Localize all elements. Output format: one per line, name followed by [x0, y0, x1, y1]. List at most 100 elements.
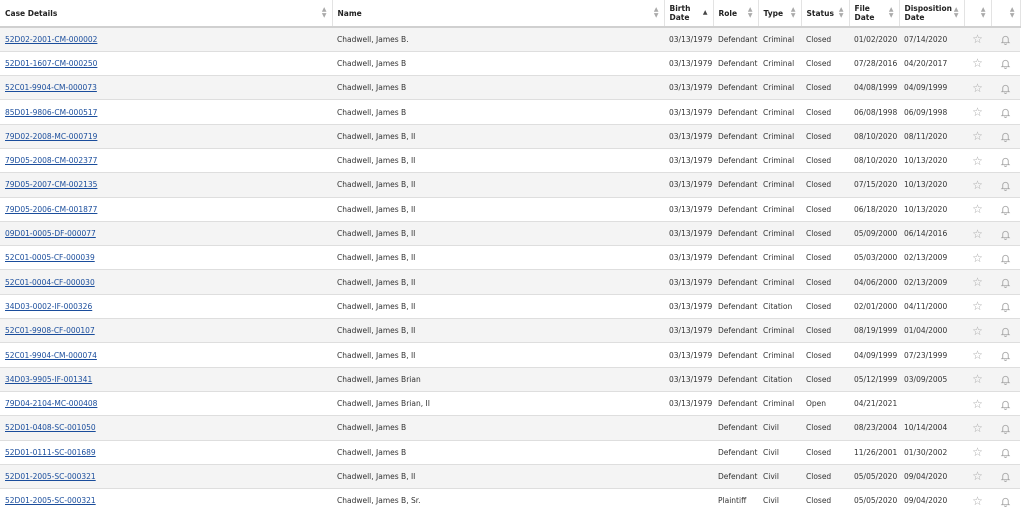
case-details-cell: 52D01-1607-CM-000250 [0, 51, 332, 77]
bell-alert-icon[interactable] [991, 148, 1020, 174]
disposition-date-cell: 10/14/2004 [899, 415, 964, 441]
table-row: 52D01-1607-CM-000250 Chadwell, James B 03/… [0, 51, 1020, 77]
case-number-link[interactable]: 52C01-0005-CF-000039 [5, 253, 95, 262]
case-number-link[interactable]: 52D01-0111-SC-001689 [5, 448, 96, 457]
birth-date-cell: 03/13/1979 [664, 27, 713, 52]
bell-alert-icon[interactable] [991, 75, 1020, 101]
case-details-cell: 09D01-0005-DF-000077 [0, 221, 332, 247]
favorite-star-icon[interactable]: ☆ [964, 440, 991, 465]
case-number-link[interactable]: 52C01-9908-CF-000107 [5, 326, 95, 335]
file-date-cell: 01/02/2020 [849, 27, 899, 52]
case-details-cell: 52D01-2005-SC-000321 [0, 464, 332, 490]
favorite-star-icon[interactable]: ☆ [964, 415, 991, 441]
favorite-star-icon[interactable]: ☆ [964, 342, 991, 368]
type-cell: Civil [758, 464, 801, 490]
bell-alert-icon[interactable] [991, 367, 1020, 392]
favorite-star-icon[interactable]: ☆ [964, 294, 991, 320]
bell-alert-icon[interactable] [991, 415, 1020, 441]
column-header-name[interactable]: Name ▲ ▼ [332, 0, 665, 28]
case-number-link[interactable]: 79D04-2104-MC-000408 [5, 399, 97, 408]
bell-alert-icon[interactable] [991, 318, 1020, 344]
sort-ascending-icon[interactable]: ▲ [703, 10, 708, 16]
bell-alert-icon[interactable] [991, 27, 1020, 52]
name-cell: Chadwell, James B, II [332, 269, 664, 295]
favorite-star-icon[interactable]: ☆ [964, 148, 991, 174]
bell-alert-icon[interactable] [991, 269, 1020, 295]
bell-alert-icon[interactable] [991, 391, 1020, 417]
column-header-role[interactable]: Role ▲ ▼ [713, 0, 759, 28]
favorite-star-icon[interactable]: ☆ [964, 269, 991, 295]
favorite-star-icon[interactable]: ☆ [964, 172, 991, 198]
bell-alert-icon[interactable] [991, 488, 1020, 507]
case-number-link[interactable]: 52D01-2005-SC-000321 [5, 472, 96, 481]
column-header-favorite[interactable]: ▲ ▼ [964, 0, 992, 28]
file-date-cell: 06/08/1998 [849, 99, 899, 125]
bell-alert-icon[interactable] [991, 124, 1020, 149]
favorite-star-icon[interactable]: ☆ [964, 197, 991, 222]
case-number-link[interactable]: 79D02-2008-MC-000719 [5, 132, 97, 141]
case-number-link[interactable]: 34D03-0002-IF-000326 [5, 302, 92, 311]
column-header-file-date[interactable]: File Date ▲ ▼ [849, 0, 900, 28]
bell-alert-icon[interactable] [991, 464, 1020, 490]
favorite-star-icon[interactable]: ☆ [964, 391, 991, 417]
bell-alert-icon[interactable] [991, 342, 1020, 368]
case-number-link[interactable]: 79D05-2006-CM-001877 [5, 205, 97, 214]
sort-arrows-icon[interactable]: ▲ ▼ [954, 7, 959, 19]
case-number-link[interactable]: 52C01-9904-CM-000073 [5, 83, 97, 92]
favorite-star-icon[interactable]: ☆ [964, 367, 991, 392]
case-number-link[interactable]: 79D05-2007-CM-002135 [5, 180, 97, 189]
name-cell: Chadwell, James B. [332, 27, 664, 52]
case-number-link[interactable]: 34D03-9905-IF-001341 [5, 375, 92, 384]
case-number-link[interactable]: 52C01-9904-CM-000074 [5, 351, 97, 360]
sort-arrows-icon[interactable]: ▲ ▼ [322, 7, 327, 19]
favorite-star-icon[interactable]: ☆ [964, 221, 991, 247]
sort-arrows-icon[interactable]: ▲ ▼ [889, 7, 894, 19]
case-details-cell: 52C01-9904-CM-000073 [0, 75, 332, 101]
case-number-link[interactable]: 52C01-0004-CF-000030 [5, 278, 95, 287]
bell-alert-icon[interactable] [991, 294, 1020, 320]
column-header-status[interactable]: Status ▲ ▼ [801, 0, 850, 28]
favorite-star-icon[interactable]: ☆ [964, 99, 991, 125]
sort-arrows-icon[interactable]: ▲ ▼ [791, 7, 796, 19]
bell-alert-icon[interactable] [991, 221, 1020, 247]
case-number-link[interactable]: 09D01-0005-DF-000077 [5, 229, 96, 238]
column-header-disposition-date[interactable]: Disposition Date ▲ ▼ [899, 0, 965, 28]
table-body: 52D02-2001-CM-000002 Chadwell, James B. 03… [0, 27, 1020, 507]
favorite-star-icon[interactable]: ☆ [964, 51, 991, 77]
favorite-star-icon[interactable]: ☆ [964, 27, 991, 52]
file-date-cell: 11/26/2001 [849, 440, 899, 465]
file-date-cell: 08/19/1999 [849, 318, 899, 344]
case-number-link[interactable]: 52D01-2005-SC-000321 [5, 496, 96, 505]
case-number-link[interactable]: 52D02-2001-CM-000002 [5, 35, 97, 44]
sort-arrows-icon[interactable]: ▲ ▼ [654, 7, 659, 19]
case-number-link[interactable]: 52D01-0408-SC-001050 [5, 423, 96, 432]
sort-arrows-icon[interactable]: ▲ ▼ [981, 7, 986, 19]
favorite-star-icon[interactable]: ☆ [964, 464, 991, 490]
sort-arrows-icon[interactable]: ▲ ▼ [1010, 7, 1015, 19]
favorite-star-icon[interactable]: ☆ [964, 245, 991, 271]
bell-alert-icon[interactable] [991, 440, 1020, 465]
case-number-link[interactable]: 85D01-9806-CM-000517 [5, 108, 97, 117]
name-cell: Chadwell, James B, II [332, 148, 664, 174]
column-header-type[interactable]: Type ▲ ▼ [758, 0, 802, 28]
column-header-birth-date[interactable]: Birth Date ▲ [664, 0, 714, 28]
bell-alert-icon[interactable] [991, 197, 1020, 222]
sort-arrows-icon[interactable]: ▲ ▼ [748, 7, 753, 19]
favorite-star-icon[interactable]: ☆ [964, 75, 991, 101]
bell-alert-icon[interactable] [991, 245, 1020, 271]
sort-arrows-icon[interactable]: ▲ ▼ [839, 7, 844, 19]
favorite-star-icon[interactable]: ☆ [964, 488, 991, 507]
bell-alert-icon[interactable] [991, 172, 1020, 198]
case-number-link[interactable]: 52D01-1607-CM-000250 [5, 59, 97, 68]
favorite-star-icon[interactable]: ☆ [964, 318, 991, 344]
bell-alert-icon[interactable] [991, 99, 1020, 125]
column-header-case-details[interactable]: Case Details ▲ ▼ [0, 0, 333, 28]
bell-alert-icon[interactable] [991, 51, 1020, 77]
status-cell: Closed [801, 245, 849, 271]
status-cell: Closed [801, 269, 849, 295]
favorite-star-icon[interactable]: ☆ [964, 124, 991, 149]
table-header-row: Case Details ▲ ▼ Name ▲ ▼ Birth Date ▲ Role ▲ ▼… [0, 0, 1021, 28]
case-number-link[interactable]: 79D05-2008-CM-002377 [5, 156, 97, 165]
table-row: 52C01-9908-CF-000107 Chadwell, James B, I… [0, 318, 1020, 344]
column-header-alert[interactable]: ▲ ▼ [991, 0, 1021, 28]
